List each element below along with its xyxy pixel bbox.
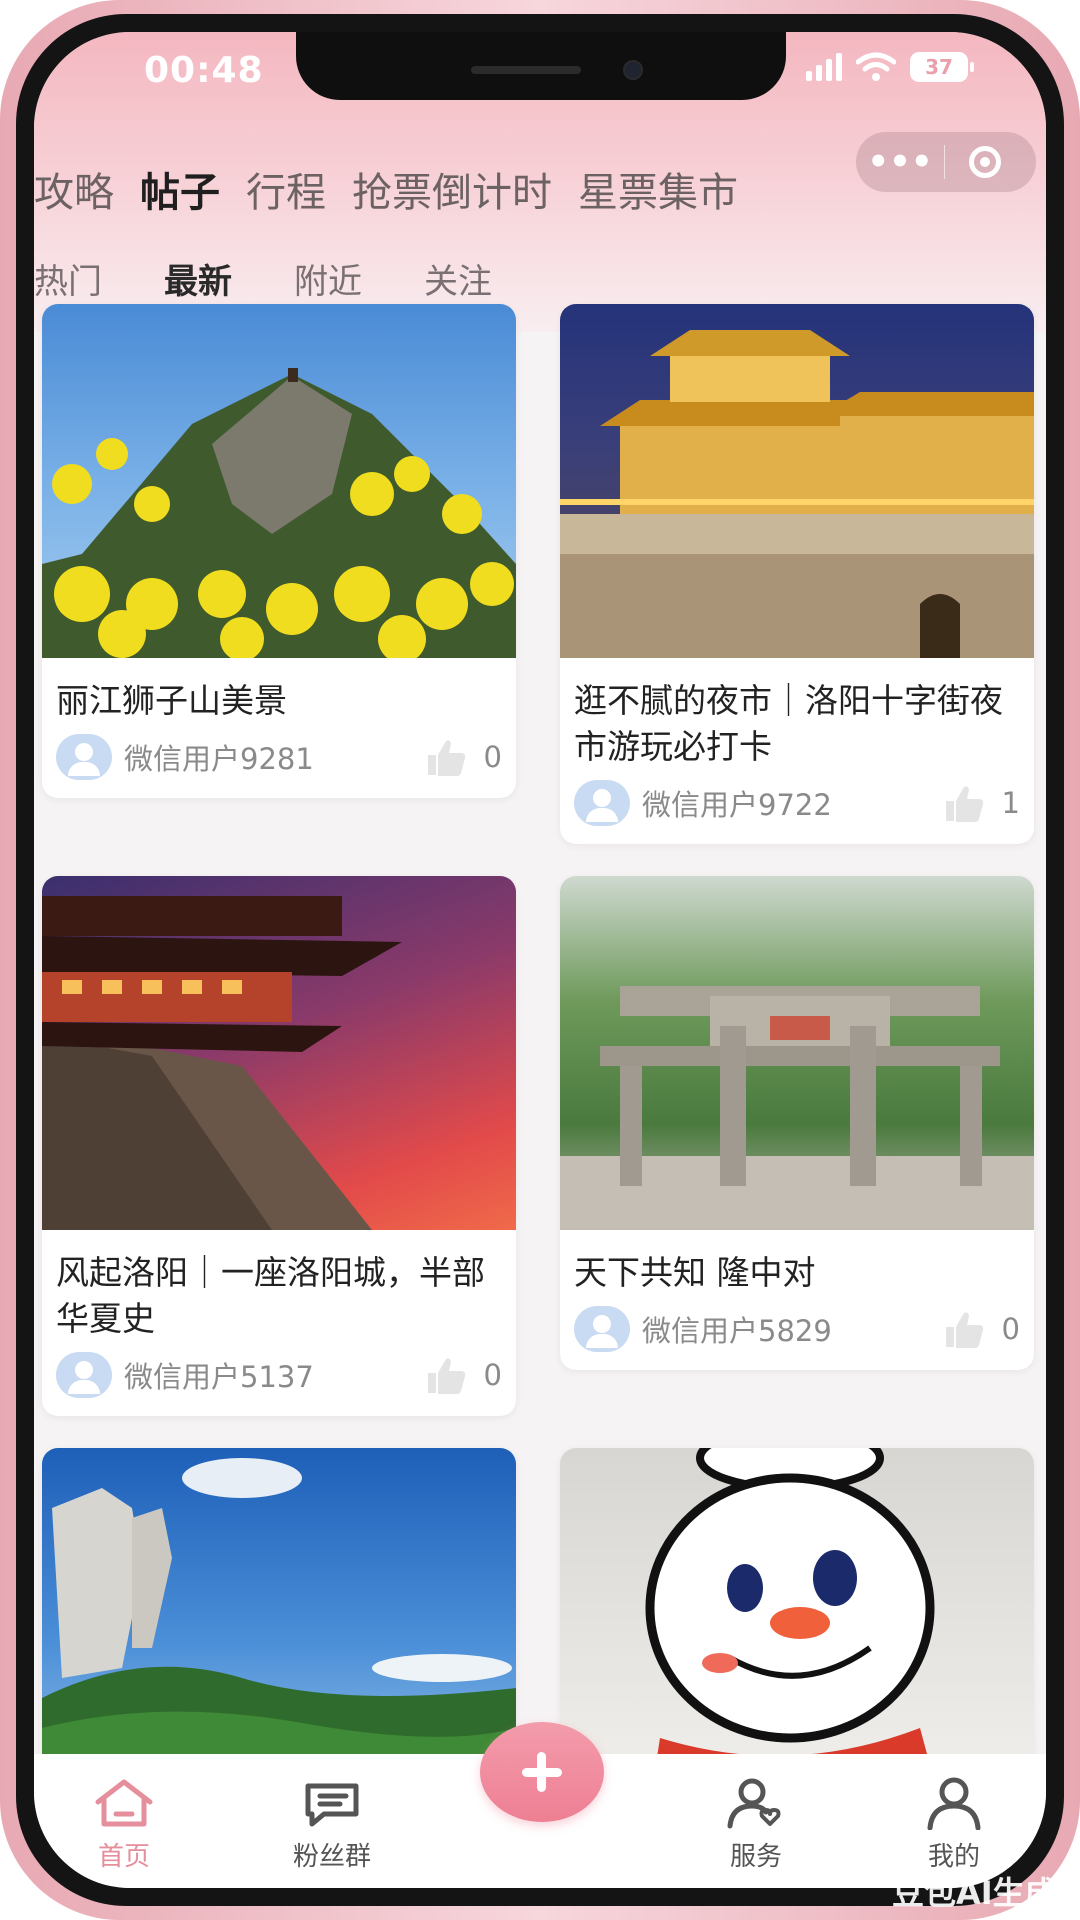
post-title: 风起洛阳｜一座洛阳城，半部华夏史 — [56, 1253, 485, 1338]
thumbs-up-icon[interactable] — [424, 737, 468, 777]
post-image-pagoda-sunset — [42, 876, 516, 1230]
home-icon — [95, 1779, 153, 1827]
nav-fan-group[interactable]: 粉丝群 — [262, 1776, 402, 1873]
like-count: 0 — [483, 740, 502, 774]
post-title: 天下共知 隆中对 — [574, 1253, 816, 1292]
post-author: 微信用户5137 — [124, 1360, 314, 1394]
post-image-night-market — [560, 304, 1034, 658]
subtab-following[interactable]: 关注 — [424, 254, 492, 303]
thumbs-up-icon[interactable] — [424, 1355, 468, 1395]
post-image-mountain — [42, 304, 516, 658]
front-camera — [623, 60, 643, 80]
more-icon[interactable]: ••• — [856, 132, 944, 192]
tab-ticket-countdown[interactable]: 抢票倒计时 — [352, 160, 552, 218]
post-meta: 微信用户5137 0 — [56, 1352, 502, 1398]
avatar-icon — [56, 1352, 112, 1398]
subtab-latest[interactable]: 最新 — [164, 254, 232, 303]
wifi-icon — [856, 52, 896, 81]
post-image-stone-archway — [560, 876, 1034, 1230]
post-author: 微信用户9281 — [124, 742, 314, 776]
watermark: 豆包AI生成 — [892, 1874, 1057, 1912]
post-card[interactable]: 丽江狮子山美景 微信用户9281 0 — [42, 304, 516, 798]
post-meta: 微信用户5829 0 — [574, 1306, 1020, 1352]
nav-home-label: 首页 — [97, 1842, 150, 1872]
post-author: 微信用户5829 — [642, 1314, 832, 1348]
avatar-icon — [574, 780, 630, 826]
service-icon — [727, 1778, 781, 1829]
thumbs-up-icon[interactable] — [942, 783, 986, 823]
signal-icon — [806, 53, 842, 81]
close-target-icon[interactable] — [969, 146, 1001, 178]
like-count: 0 — [483, 1358, 502, 1392]
nav-service-label: 服务 — [729, 1842, 782, 1872]
post-card[interactable] — [560, 1448, 1034, 1802]
post-author: 微信用户9722 — [642, 788, 832, 822]
like-count: 1 — [1001, 786, 1020, 820]
post-meta: 微信用户9281 0 — [56, 734, 502, 780]
top-tab-bar: 攻略 帖子 行程 抢票倒计时 星票集市 — [34, 160, 738, 218]
nav-service[interactable]: 服务 — [686, 1776, 826, 1873]
chat-icon — [305, 1783, 359, 1827]
sub-tab-bar: 热门 最新 附近 关注 — [34, 254, 492, 303]
post-card[interactable] — [42, 1448, 516, 1802]
nav-fan-group-label: 粉丝群 — [292, 1842, 371, 1872]
tab-posts[interactable]: 帖子 — [140, 160, 220, 218]
tab-star-ticket-market[interactable]: 星票集市 — [578, 160, 738, 218]
profile-icon — [927, 1777, 981, 1830]
status-time: 00:48 — [144, 50, 264, 91]
post-image-statue-garden — [42, 1448, 516, 1802]
post-title: 逛不腻的夜市｜洛阳十字街夜市游玩必打卡 — [574, 681, 1003, 766]
tab-itinerary[interactable]: 行程 — [246, 160, 326, 218]
post-meta: 微信用户9722 1 — [574, 780, 1020, 826]
notch — [296, 32, 786, 100]
nav-profile[interactable]: 我的 — [884, 1776, 1024, 1873]
speaker-grille — [471, 66, 581, 74]
status-icons: 37 — [806, 52, 974, 82]
thumbs-up-icon[interactable] — [942, 1309, 986, 1349]
mini-program-capsule: ••• — [856, 132, 1036, 192]
screen: 00:48 37 攻略 帖子 行程 抢票倒计时 星票集市 ••• 热门 最新 附… — [34, 32, 1046, 1888]
avatar-icon — [574, 1306, 630, 1352]
post-card[interactable]: 风起洛阳｜一座洛阳城，半部华夏史 微信用户5137 0 — [42, 876, 516, 1416]
create-post-button[interactable] — [480, 1722, 604, 1822]
capsule-divider — [944, 145, 945, 179]
post-card[interactable]: 逛不腻的夜市｜洛阳十字街夜市游玩必打卡 微信用户9722 1 — [560, 304, 1034, 844]
post-image-snowman-mascot — [560, 1448, 1034, 1802]
post-title: 丽江狮子山美景 — [56, 681, 287, 720]
battery-icon: 37 — [910, 52, 974, 82]
like-count: 0 — [1001, 1312, 1020, 1346]
subtab-nearby[interactable]: 附近 — [294, 254, 362, 303]
nav-home[interactable]: 首页 — [54, 1776, 194, 1873]
post-card[interactable]: 天下共知 隆中对 微信用户5829 0 — [560, 876, 1034, 1370]
subtab-hot[interactable]: 热门 — [34, 254, 102, 303]
tab-guides[interactable]: 攻略 — [34, 160, 114, 218]
avatar-icon — [56, 734, 112, 780]
